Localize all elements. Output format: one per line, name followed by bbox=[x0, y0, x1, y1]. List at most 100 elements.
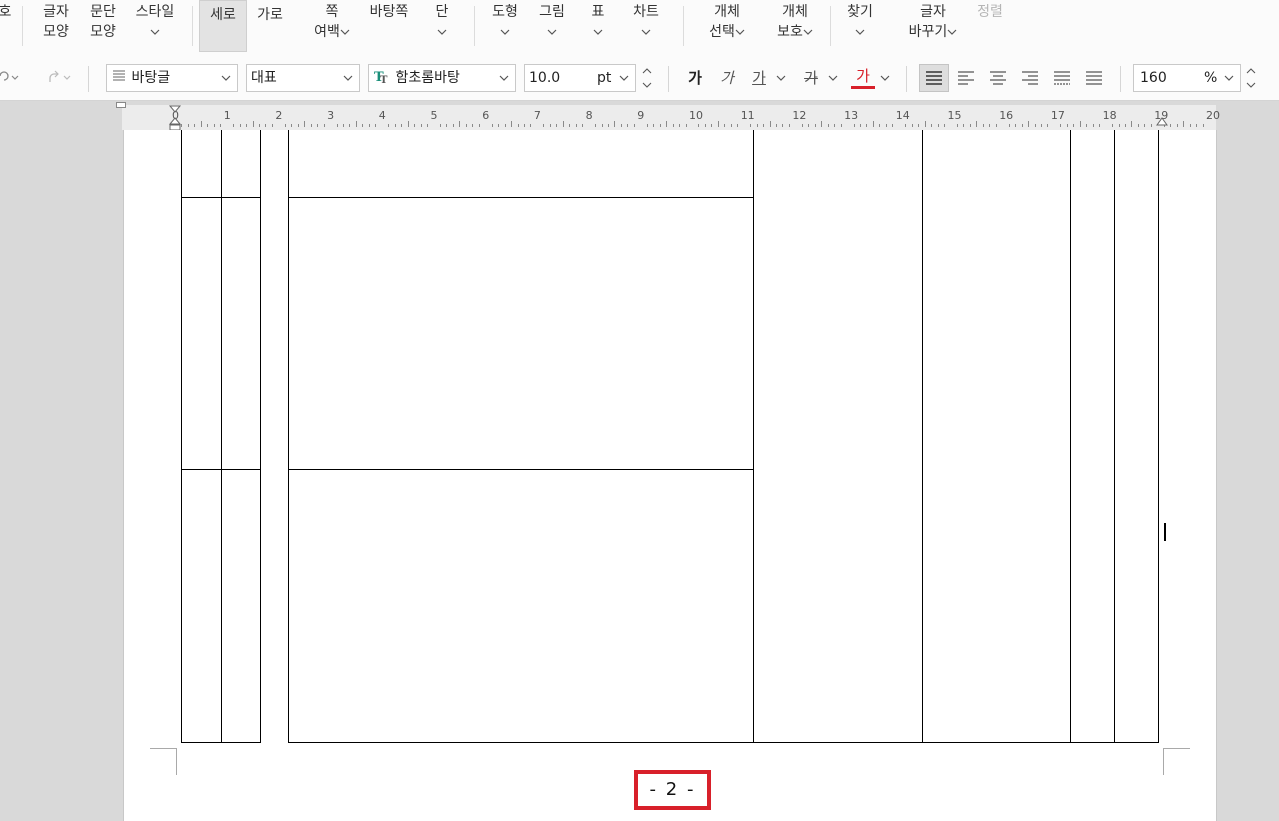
align-justify-icon bbox=[926, 71, 942, 85]
object-protect-button[interactable]: 개체 보호 bbox=[768, 2, 822, 50]
font-combo[interactable]: TT 함초롬바탕 bbox=[368, 64, 516, 92]
ruler-tick bbox=[517, 124, 519, 127]
truetype-font-icon: TT bbox=[374, 70, 388, 86]
columns-button[interactable]: 단 bbox=[428, 2, 456, 50]
ruler-number: 8 bbox=[585, 109, 593, 122]
ruler-tick bbox=[310, 124, 312, 127]
font-value: 함초롬바탕 bbox=[395, 70, 460, 86]
ruler-tick bbox=[937, 124, 939, 127]
ruler-tick bbox=[679, 124, 681, 127]
redo-button[interactable] bbox=[36, 66, 76, 90]
align-left-icon bbox=[958, 71, 974, 85]
ruler-tick bbox=[627, 124, 629, 127]
strikethrough-button[interactable]: 가 bbox=[800, 66, 822, 90]
align-right-button[interactable] bbox=[1018, 66, 1042, 90]
ruler-tick bbox=[549, 124, 551, 127]
chevron-down-icon bbox=[343, 65, 353, 100]
style-button[interactable]: 스타일 bbox=[130, 2, 180, 50]
master-page-button[interactable]: 바탕쪽 bbox=[364, 2, 414, 50]
vertical-orientation-button[interactable]: 세로 bbox=[199, 0, 247, 52]
object-select-button[interactable]: 개체 선택 bbox=[700, 2, 754, 50]
shape-button[interactable]: 도형 bbox=[487, 2, 523, 50]
style-combo[interactable]: 바탕글 bbox=[106, 64, 238, 92]
indent-marker-icon[interactable] bbox=[168, 105, 182, 131]
page-number: - 2 - bbox=[634, 770, 711, 810]
ruler-tick bbox=[200, 121, 202, 127]
ruler-number: 7 bbox=[533, 109, 541, 122]
underline-dropdown[interactable] bbox=[774, 66, 788, 90]
toolbar-divider bbox=[668, 66, 669, 92]
table-border bbox=[288, 130, 289, 743]
ruler-tick bbox=[885, 124, 887, 127]
horizontal-ruler[interactable]: 0 1 2 3 4 5 6 7 8 9 10 11 12 13 14 15 16 17 18 19 20 bbox=[122, 105, 1220, 131]
font-color-dropdown[interactable] bbox=[878, 66, 892, 90]
page-margin-button[interactable]: 쪽 여백 bbox=[306, 2, 358, 50]
ribbon-cut-item[interactable]: 호 bbox=[0, 2, 16, 50]
ribbon-label: 호 bbox=[0, 4, 12, 20]
zoom-combo[interactable]: 160 % bbox=[1133, 64, 1241, 92]
ruler-tick bbox=[1040, 124, 1042, 127]
bold-button[interactable]: 가 bbox=[684, 66, 706, 90]
char-shape-button[interactable]: 글자 모양 bbox=[38, 2, 74, 50]
ruler-tick bbox=[271, 124, 273, 127]
text-caret bbox=[1164, 523, 1166, 541]
ruler-tick bbox=[452, 124, 454, 127]
ruler-tick bbox=[866, 124, 868, 127]
ruler-tick bbox=[892, 124, 894, 127]
ruler-tick bbox=[1131, 121, 1133, 127]
strikethrough-dropdown[interactable] bbox=[826, 66, 840, 90]
ribbon-label: 단 bbox=[435, 4, 449, 20]
formatting-toolbar: 바탕글 대표 TT 함초롬바탕 10.0 pt 가 가 가 가 가 160 % bbox=[0, 56, 1279, 101]
tab-type-selector[interactable] bbox=[116, 102, 126, 108]
ruler-number: 5 bbox=[430, 109, 438, 122]
ruler-tick bbox=[698, 124, 700, 127]
ruler-tick bbox=[582, 124, 584, 127]
align-justify-button[interactable] bbox=[919, 64, 949, 92]
ruler-tick bbox=[194, 124, 196, 127]
font-size-combo[interactable]: 10.0 pt bbox=[524, 64, 636, 92]
table-border bbox=[1158, 130, 1159, 743]
ribbon-label: 글자 bbox=[43, 4, 69, 20]
picture-button[interactable]: 그림 bbox=[534, 2, 570, 50]
ruler-tick bbox=[1015, 124, 1017, 127]
find-button[interactable]: 찾기 bbox=[842, 2, 878, 50]
language-combo[interactable]: 대표 bbox=[246, 64, 360, 92]
ruler-tick bbox=[523, 124, 525, 127]
ruler-tick bbox=[187, 124, 189, 127]
ruler-tick bbox=[717, 121, 719, 127]
replace-button[interactable]: 글자 바꾸기 bbox=[900, 2, 966, 50]
undo-button[interactable] bbox=[0, 66, 24, 90]
align-split-button[interactable] bbox=[1082, 66, 1106, 90]
document-page[interactable]: - 2 - bbox=[123, 130, 1217, 821]
ruler-tick bbox=[233, 124, 235, 127]
sort-button[interactable]: 정렬 bbox=[972, 2, 1008, 50]
ruler-tick bbox=[427, 124, 429, 127]
undo-icon bbox=[0, 71, 19, 81]
ruler-tick bbox=[724, 124, 726, 127]
ruler-tick bbox=[265, 124, 267, 127]
para-shape-button[interactable]: 문단 모양 bbox=[85, 2, 121, 50]
chart-button[interactable]: 차트 bbox=[628, 2, 664, 50]
font-size-spinner[interactable] bbox=[640, 64, 654, 92]
underline-button[interactable]: 가 bbox=[748, 66, 770, 90]
ruler-tick bbox=[995, 124, 997, 127]
table-border bbox=[753, 130, 754, 743]
zoom-value: 160 bbox=[1140, 70, 1167, 86]
zoom-spinner[interactable] bbox=[1244, 64, 1258, 92]
align-left-button[interactable] bbox=[954, 66, 978, 90]
ruler-tick bbox=[1176, 124, 1178, 127]
table-button[interactable]: 표 bbox=[586, 2, 610, 50]
table-border bbox=[181, 130, 182, 743]
horizontal-orientation-button[interactable]: 가로 bbox=[250, 2, 290, 50]
align-distribute-button[interactable] bbox=[1050, 66, 1074, 90]
italic-button[interactable]: 가 bbox=[716, 66, 738, 90]
ribbon-label: 표 bbox=[591, 4, 605, 20]
margin-corner-mark bbox=[150, 748, 177, 775]
chevron-down-icon bbox=[880, 75, 890, 81]
ruler-tick bbox=[976, 121, 978, 127]
font-color-button[interactable]: 가 bbox=[851, 66, 875, 89]
ribbon-label: 가로 bbox=[257, 7, 283, 23]
align-center-button[interactable] bbox=[986, 66, 1010, 90]
right-indent-marker-icon[interactable] bbox=[1155, 115, 1169, 131]
ruler-tick bbox=[297, 124, 299, 127]
